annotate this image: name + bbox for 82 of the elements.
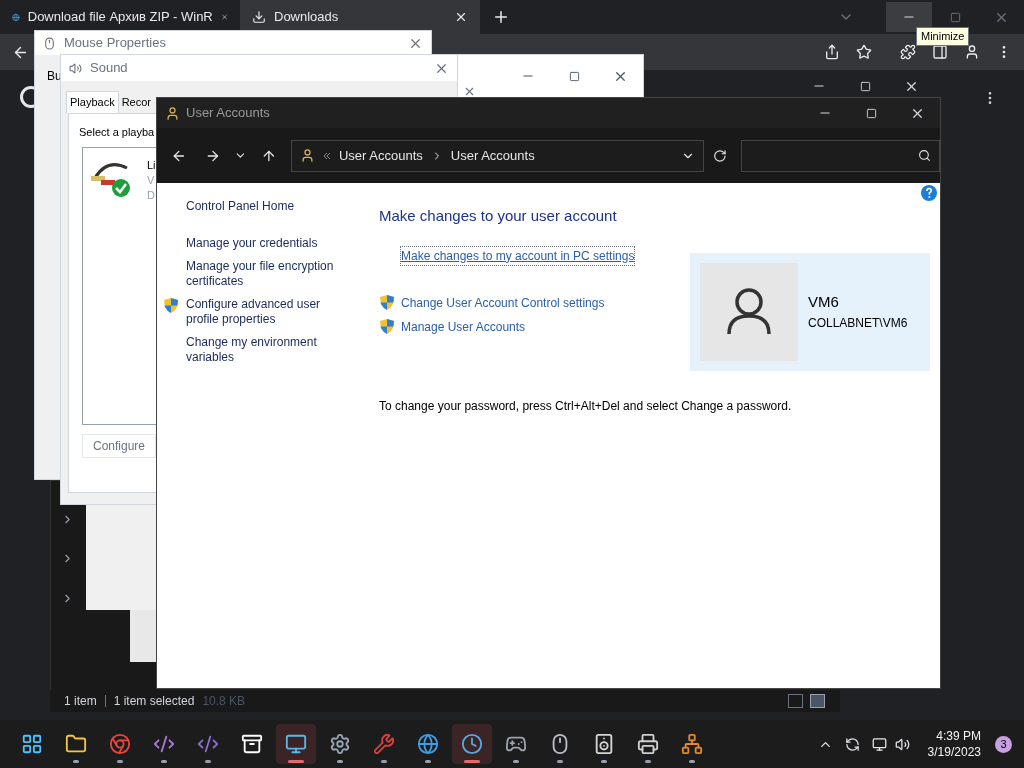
sidebar-link[interactable]: Change my environment variables xyxy=(186,335,346,365)
globe-icon xyxy=(417,733,439,755)
printer-icon xyxy=(637,733,659,755)
browser-icon xyxy=(109,733,131,755)
password-note: To change your password, press Ctrl+Alt+Del and select Change a password. xyxy=(379,397,793,415)
share-icon[interactable] xyxy=(824,44,840,60)
toolbox-icon xyxy=(373,733,395,755)
instruction-text: Select a playba xyxy=(79,125,155,140)
close-icon[interactable] xyxy=(463,85,476,98)
sidebar-link[interactable]: Manage your credentials xyxy=(186,236,346,251)
monitor-icon xyxy=(285,733,307,755)
window-title: Sound xyxy=(90,59,129,78)
minimize-button[interactable] xyxy=(886,2,932,32)
notification-badge[interactable]: 3 xyxy=(995,735,1012,753)
sidebar-link[interactable]: Manage your file encryption certificates xyxy=(186,259,346,289)
shield-icon xyxy=(379,318,395,335)
restore-icon xyxy=(949,11,961,23)
task-link[interactable]: Change User Account Control settings xyxy=(401,293,605,312)
taskbar-button[interactable] xyxy=(276,724,316,764)
pc-settings-link[interactable]: Make changes to my account in PC settings xyxy=(400,245,636,266)
breadcrumb-item[interactable]: User Accounts xyxy=(450,145,535,166)
shield-icon xyxy=(379,294,395,311)
avatar-icon xyxy=(726,287,772,336)
user-name: VM6 xyxy=(808,292,840,313)
page-heading: Make changes to your user account xyxy=(379,206,618,226)
tooltip: Minimize xyxy=(916,27,970,46)
new-tab-icon[interactable] xyxy=(492,8,510,26)
folder-icon xyxy=(65,733,87,755)
network-icon xyxy=(681,733,703,755)
speaker-icon xyxy=(593,733,615,755)
account-name: COLLABNET\VM6 xyxy=(808,314,908,332)
close-tab-icon[interactable] xyxy=(454,10,468,24)
tab-title: Download file Архив ZIP - WinR xyxy=(27,8,213,27)
profile-icon[interactable] xyxy=(964,44,980,60)
search-icon xyxy=(918,149,931,162)
side-panel-icon[interactable] xyxy=(932,44,948,60)
search-field[interactable] xyxy=(741,139,940,172)
browser-tab[interactable]: Downloads xyxy=(240,0,480,34)
code-icon xyxy=(197,733,219,755)
start-icon xyxy=(21,733,43,755)
configure-button[interactable]: Configure xyxy=(82,434,157,458)
sidebar-link[interactable]: Configure advanced user profile properties xyxy=(186,297,346,327)
tiles-view-icon[interactable] xyxy=(810,694,825,708)
window-title: User Accounts xyxy=(186,104,271,123)
device-text: D xyxy=(147,188,155,203)
maximize-icon xyxy=(865,107,877,119)
download-icon xyxy=(252,10,266,24)
status-text: 1 item selected xyxy=(113,693,195,710)
details-view-icon[interactable] xyxy=(788,694,803,708)
sidebar-link[interactable]: Control Panel Home xyxy=(186,199,346,214)
network-icon[interactable] xyxy=(871,736,887,752)
tab[interactable]: Playback xyxy=(66,91,119,113)
window-title: Mouse Properties xyxy=(64,34,167,53)
maximize-icon xyxy=(568,70,580,82)
refresh-icon[interactable] xyxy=(713,148,728,163)
task-link[interactable]: Manage User Accounts xyxy=(401,317,526,336)
users-icon xyxy=(300,148,315,163)
volume-icon[interactable] xyxy=(894,736,910,752)
help-icon[interactable] xyxy=(921,185,937,201)
tab[interactable]: Recor xyxy=(118,91,154,113)
clock-time[interactable]: 4:39 PM xyxy=(936,728,981,744)
code-icon xyxy=(153,733,175,755)
tab-title: Downloads xyxy=(274,8,340,27)
sync-icon[interactable] xyxy=(844,736,860,752)
archive-icon xyxy=(241,733,263,755)
address-bar[interactable]: User Accounts User Accounts xyxy=(291,139,705,172)
clock-icon xyxy=(461,733,483,755)
users-icon xyxy=(165,105,180,121)
breadcrumb-item[interactable]: User Accounts xyxy=(339,145,423,166)
star-icon[interactable] xyxy=(856,44,872,60)
device-text: Li xyxy=(147,158,156,173)
mouse-icon xyxy=(43,36,56,50)
gear-icon xyxy=(329,733,351,755)
status-text: 1 item xyxy=(64,693,97,710)
status-text: 10.8 KB xyxy=(202,693,246,710)
extensions-icon[interactable] xyxy=(900,44,916,60)
chevrons-icon xyxy=(323,152,331,159)
clock-date[interactable]: 3/19/2023 xyxy=(927,744,981,760)
shield-icon xyxy=(163,297,179,314)
maximize-icon xyxy=(859,80,871,92)
device-text: V xyxy=(147,173,155,188)
speaker-icon xyxy=(69,61,82,75)
